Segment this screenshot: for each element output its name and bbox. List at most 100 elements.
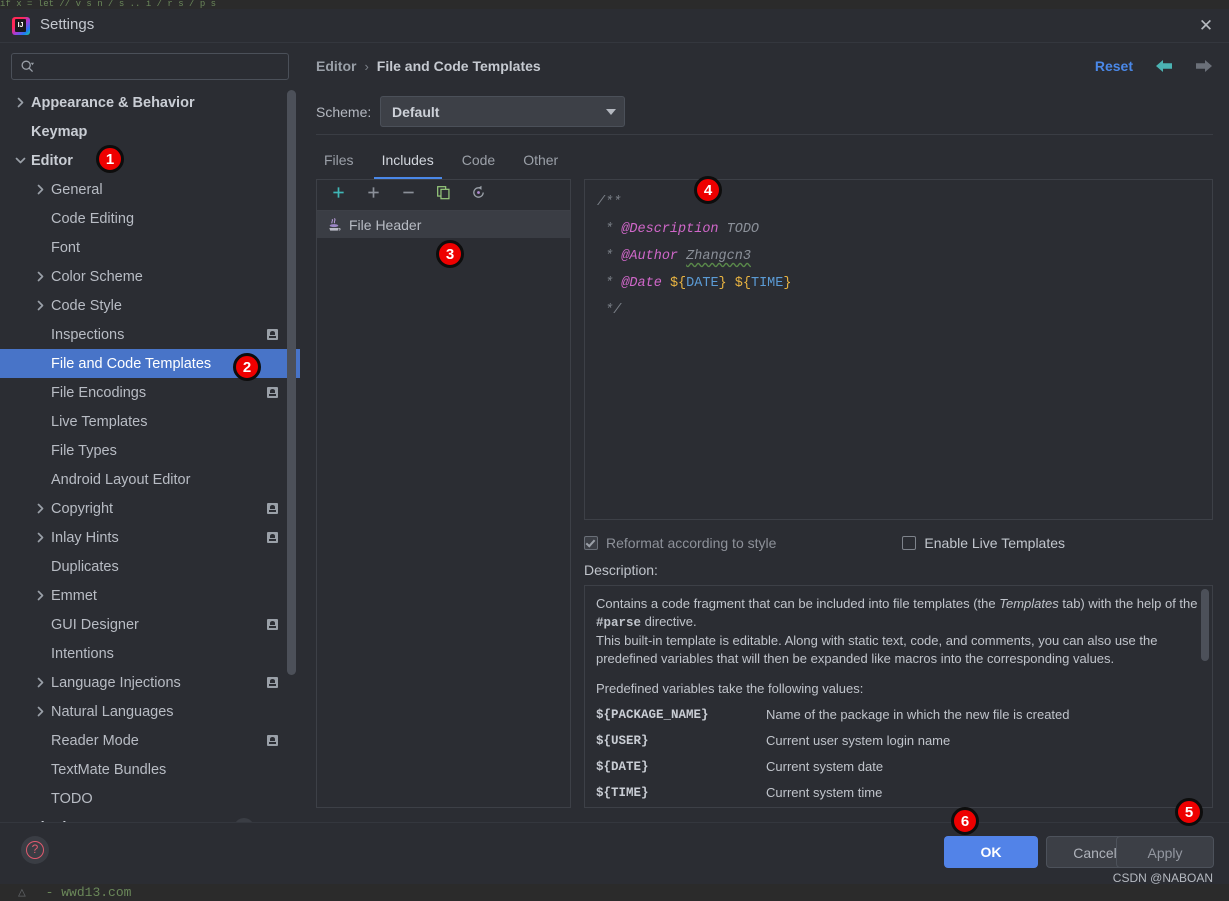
java-file-icon [326,217,342,233]
sidebar-item-code-style[interactable]: Code Style [0,291,300,320]
sidebar-item-code-editing[interactable]: Code Editing [0,204,300,233]
sidebar-item-textmate-bundles[interactable]: TextMate Bundles [0,755,300,784]
sidebar-item-font[interactable]: Font [0,233,300,262]
code-token: @Description [621,222,719,237]
template-list-item[interactable]: File Header [317,211,570,238]
chevron-down-icon[interactable] [14,154,27,167]
annotation-badge-6: 6 [951,807,979,835]
sidebar-item-reader-mode[interactable]: Reader Mode [0,726,300,755]
sidebar-scrollbar[interactable] [287,90,296,675]
sidebar-item-keymap[interactable]: Keymap [0,117,300,146]
tab-includes[interactable]: Includes [373,152,442,179]
template-list: File Header [317,211,570,807]
minus-icon [401,185,416,205]
sidebar-item-label: Intentions [51,645,114,662]
sidebar-item-gui-designer[interactable]: GUI Designer [0,610,300,639]
chevron-right-icon[interactable] [34,531,47,544]
revert-icon [471,185,486,205]
help-question-icon: ? [26,841,44,859]
sidebar-item-editor[interactable]: Editor [0,146,300,175]
tab-other[interactable]: Other [515,152,566,179]
description-scrollbar[interactable] [1201,589,1209,661]
sidebar-item-copyright[interactable]: Copyright [0,494,300,523]
sidebar-item-general[interactable]: General [0,175,300,204]
search-icon [21,60,35,73]
sidebar-item-natural-languages[interactable]: Natural Languages [0,697,300,726]
copy-template-button[interactable] [430,183,456,207]
description-label: Description: [584,562,658,578]
chevron-right-icon[interactable] [34,299,47,312]
chevron-right-icon[interactable] [34,589,47,602]
scheme-select[interactable]: Default [380,96,625,127]
help-button[interactable]: ? [21,836,49,864]
sidebar-item-inspections[interactable]: Inspections [0,320,300,349]
chevron-right-icon[interactable] [34,705,47,718]
chevron-right-icon[interactable] [34,502,47,515]
sidebar-item-file-encodings[interactable]: File Encodings [0,378,300,407]
reset-link[interactable]: Reset [1095,58,1133,74]
tab-files[interactable]: Files [316,152,362,179]
code-token: @Date [621,276,662,291]
sidebar-item-live-templates[interactable]: Live Templates [0,407,300,436]
variable-name: ${PACKAGE_NAME} [596,708,709,722]
sidebar-item-intentions[interactable]: Intentions [0,639,300,668]
breadcrumb: Editor › File and Code Templates Reset [316,43,1213,89]
breadcrumb-separator: › [364,58,369,74]
arrow-left-icon[interactable] [1155,59,1173,73]
intellij-idea-logo-icon: IJ [12,17,30,35]
description-gap [596,668,1200,680]
sidebar-item-label: Language Injections [51,674,181,691]
variable-row: ${PACKAGE_NAME} Name of the package in wh… [596,698,1200,724]
project-settings-icon [267,619,278,630]
tab-code[interactable]: Code [454,152,503,179]
sidebar-item-emmet[interactable]: Emmet [0,581,300,610]
enable-live-templates-label: Enable Live Templates [924,535,1066,551]
chevron-right-icon[interactable] [34,183,47,196]
code-line: */ [597,297,1200,324]
sidebar-item-plugins[interactable]: Plugins3 [0,813,300,822]
reformat-checkbox[interactable]: Reformat according to style [584,535,776,551]
variable-name: ${TIME} [596,786,649,800]
chevron-right-icon[interactable] [34,270,47,283]
code-token: /** [597,195,622,210]
code-line: /** [597,189,1200,216]
sidebar-item-color-scheme[interactable]: Color Scheme [0,262,300,291]
enable-live-templates-checkbox[interactable]: Enable Live Templates [902,535,1065,551]
sidebar-item-duplicates[interactable]: Duplicates [0,552,300,581]
sidebar-item-todo[interactable]: TODO [0,784,300,813]
arrow-right-icon[interactable] [1195,59,1213,73]
annotation-badge-5: 5 [1175,798,1203,826]
scheme-label: Scheme: [316,103,372,120]
sidebar-item-language-injections[interactable]: Language Injections [0,668,300,697]
reset-template-button[interactable] [465,183,491,207]
chevron-right-icon[interactable] [34,676,47,689]
sidebar-item-inlay-hints[interactable]: Inlay Hints [0,523,300,552]
code-token: } [783,276,792,291]
add-child-button[interactable] [360,183,386,207]
search-input[interactable] [41,59,280,74]
code-token: */ [597,303,622,318]
code-token: * [597,222,622,237]
checkbox-box [902,536,917,550]
sidebar-item-label: Code Editing [51,210,135,227]
chevron-right-icon[interactable] [14,96,27,109]
sidebar-item-appearance-behavior[interactable]: Appearance & Behavior [0,88,300,117]
breadcrumb-parent[interactable]: Editor [316,58,356,74]
search-box[interactable] [11,53,289,80]
template-code-editor[interactable]: /** * @Description TODO * @Author Zhangc… [584,179,1213,520]
dialog-body: Appearance & Behavior Keymap Editor General… [0,43,1229,822]
sidebar-item-label: File and Code Templates [51,355,212,372]
check-icon [585,537,596,548]
tab-label: Files [324,152,354,168]
variable-row: ${DATE} Current system date [596,750,1200,776]
ok-button[interactable]: OK [944,836,1038,868]
close-icon[interactable]: ✕ [1183,9,1229,43]
add-template-button[interactable] [325,183,351,207]
remove-template-button[interactable] [395,183,421,207]
sidebar-item-label: Natural Languages [51,703,174,720]
template-list-pane: File Header [316,179,571,808]
sidebar-item-android-layout-editor[interactable]: Android Layout Editor [0,465,300,494]
apply-button[interactable]: Apply [1116,836,1214,868]
code-token: } [718,276,727,291]
sidebar-item-file-types[interactable]: File Types [0,436,300,465]
